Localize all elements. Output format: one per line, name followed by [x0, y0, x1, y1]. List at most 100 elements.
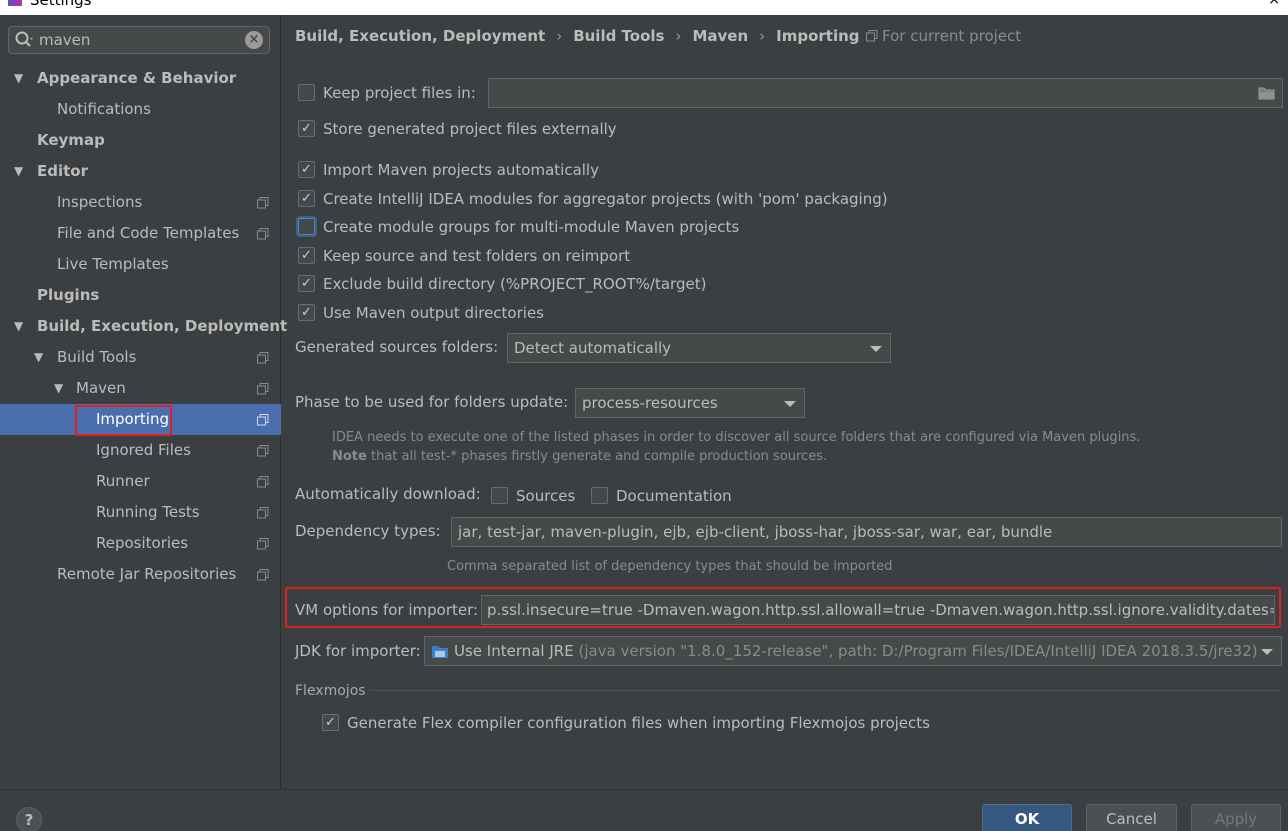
project-scope-icon — [257, 476, 269, 488]
generated-sources-value: Detect automatically — [514, 339, 672, 357]
app-icon — [8, 0, 22, 6]
breadcrumb-item: Importing — [776, 27, 860, 45]
tree-item-editor[interactable]: ▼ Editor — [0, 156, 281, 187]
generated-sources-dropdown[interactable]: Detect automatically — [507, 333, 891, 363]
tree-item-label: Appearance & Behavior — [37, 69, 237, 87]
project-scope-icon — [866, 30, 878, 42]
tree-item-label: Notifications — [57, 100, 151, 118]
tree-item-ignored-files[interactable]: Ignored Files — [0, 435, 281, 466]
project-scope-icon — [257, 569, 269, 581]
close-icon[interactable]: × — [1268, 0, 1280, 8]
download-sources-checkbox[interactable] — [491, 487, 508, 504]
expanded-arrow-icon[interactable]: ▼ — [14, 311, 23, 342]
tree-item-label: Inspections — [57, 193, 143, 211]
phase-value: process-resources — [582, 394, 718, 412]
tree-item-label: Keymap — [37, 131, 105, 149]
vm-options-label: VM options for importer: — [295, 601, 479, 619]
tree-item-runner[interactable]: Runner — [0, 466, 281, 497]
expanded-arrow-icon[interactable]: ▼ — [34, 342, 43, 373]
breadcrumb-separator: › — [556, 27, 563, 45]
search-input[interactable]: maven — [39, 31, 90, 49]
project-scope-icon — [257, 352, 269, 364]
tree-item-running-tests[interactable]: Running Tests — [0, 497, 281, 528]
keep-project-files-checkbox[interactable] — [298, 84, 315, 101]
tree-item-build-execution-deployment[interactable]: ▼ Build, Execution, Deployment — [0, 311, 287, 342]
breadcrumb-item[interactable]: Maven — [692, 27, 748, 45]
expanded-arrow-icon[interactable]: ▼ — [54, 373, 63, 404]
tree-item-appearance-behavior[interactable]: ▼ Appearance & Behavior — [0, 63, 281, 94]
dropdown-arrow-icon[interactable] — [1261, 649, 1273, 655]
exclude-build-checkbox[interactable]: ✓ — [298, 275, 315, 292]
download-documentation-label: Documentation — [616, 487, 732, 505]
module-groups-label: Create module groups for multi-module Ma… — [323, 218, 740, 236]
search-icon[interactable] — [14, 30, 36, 50]
jdk-label: JDK for importer: — [295, 642, 421, 660]
tree-item-label: Build, Execution, Deployment — [37, 317, 288, 335]
tree-item-live-templates[interactable]: Live Templates — [0, 249, 281, 280]
tree-item-label: Runner — [96, 472, 150, 490]
tree-item-repositories[interactable]: Repositories — [0, 528, 281, 559]
dialog-button-bar: ? OK Cancel Apply — [0, 789, 1288, 831]
dependency-types-field[interactable]: jar, test-jar, maven-plugin, ejb, ejb-cl… — [451, 517, 1282, 547]
tree-item-plugins[interactable]: Plugins — [0, 280, 281, 311]
vm-options-value[interactable]: p.ssl.insecure=true -Dmaven.wagon.http.s… — [487, 601, 1274, 619]
phase-hint-line2: Note that all test-* phases firstly gene… — [332, 449, 827, 464]
project-scope-icon — [257, 507, 269, 519]
import-auto-checkbox[interactable]: ✓ — [298, 161, 315, 178]
tree-item-inspections[interactable]: Inspections — [0, 187, 281, 218]
window-title: Settings — [30, 0, 92, 9]
keep-source-label: Keep source and test folders on reimport — [323, 247, 631, 265]
dropdown-arrow-icon[interactable] — [784, 401, 796, 407]
download-sources-label: Sources — [516, 487, 576, 505]
ok-button[interactable]: OK — [982, 804, 1072, 831]
flexmojos-checkbox[interactable]: ✓ — [322, 714, 339, 731]
exclude-build-label: Exclude build directory (%PROJECT_ROOT%/… — [323, 275, 707, 293]
settings-sidebar: maven × ▼ Appearance & Behavior Notifica… — [0, 15, 287, 789]
scope-label: For current project — [866, 27, 1021, 45]
use-output-checkbox[interactable]: ✓ — [298, 304, 315, 321]
breadcrumb-item[interactable]: Build Tools — [573, 27, 664, 45]
tree-item-remote-jar-repositories[interactable]: Remote Jar Repositories — [0, 559, 281, 590]
search-field[interactable]: maven × — [8, 26, 270, 54]
jdk-dropdown[interactable]: Use Internal JRE (java version "1.8.0_15… — [424, 636, 1282, 666]
tree-item-importing[interactable]: Importing — [0, 404, 281, 436]
folder-browse-icon[interactable] — [1258, 86, 1276, 100]
keep-source-checkbox[interactable]: ✓ — [298, 247, 315, 264]
tree-item-label: Editor — [37, 162, 88, 180]
project-scope-icon — [257, 383, 269, 395]
breadcrumb-item[interactable]: Build, Execution, Deployment — [295, 27, 545, 45]
download-documentation-checkbox[interactable] — [591, 487, 608, 504]
project-scope-icon — [257, 228, 269, 240]
tree-item-notifications[interactable]: Notifications — [0, 94, 281, 125]
apply-button[interactable]: Apply — [1191, 804, 1281, 831]
phase-label: Phase to be used for folders update: — [295, 393, 569, 411]
red-highlight-box — [75, 405, 172, 436]
tree-item-label: Plugins — [37, 286, 100, 304]
phase-dropdown[interactable]: process-resources — [575, 388, 805, 418]
store-external-label: Store generated project files externally — [323, 120, 617, 138]
cancel-button[interactable]: Cancel — [1086, 804, 1177, 831]
module-groups-checkbox[interactable] — [298, 218, 315, 235]
keep-project-files-label: Keep project files in: — [323, 84, 476, 102]
phase-hint-text: that all test-* phases firstly generate … — [366, 449, 828, 464]
tree-item-label: Repositories — [96, 534, 189, 552]
store-external-checkbox[interactable]: ✓ — [298, 120, 315, 137]
tree-item-label: File and Code Templates — [57, 224, 240, 242]
jdk-detail: (java version "1.8.0_152-release", path:… — [578, 642, 1258, 660]
jre-folder-icon — [432, 646, 448, 658]
vm-options-field[interactable]: p.ssl.insecure=true -Dmaven.wagon.http.s… — [481, 595, 1275, 625]
create-modules-checkbox[interactable]: ✓ — [298, 190, 315, 207]
clear-search-icon[interactable]: × — [245, 31, 263, 49]
tree-item-build-tools[interactable]: ▼ Build Tools — [0, 342, 281, 373]
tree-item-maven[interactable]: ▼ Maven — [0, 373, 281, 404]
tree-item-file-code-templates[interactable]: File and Code Templates — [0, 218, 281, 249]
tree-item-keymap[interactable]: Keymap — [0, 125, 281, 156]
expanded-arrow-icon[interactable]: ▼ — [14, 63, 23, 94]
dropdown-arrow-icon[interactable] — [870, 346, 882, 352]
dependency-types-hint: Comma separated list of dependency types… — [447, 559, 893, 574]
dependency-types-value[interactable]: jar, test-jar, maven-plugin, ejb, ejb-cl… — [458, 523, 1052, 541]
expanded-arrow-icon[interactable]: ▼ — [14, 156, 23, 187]
project-scope-icon — [257, 538, 269, 550]
help-button[interactable]: ? — [16, 807, 42, 831]
project-files-path-field[interactable] — [488, 78, 1283, 108]
